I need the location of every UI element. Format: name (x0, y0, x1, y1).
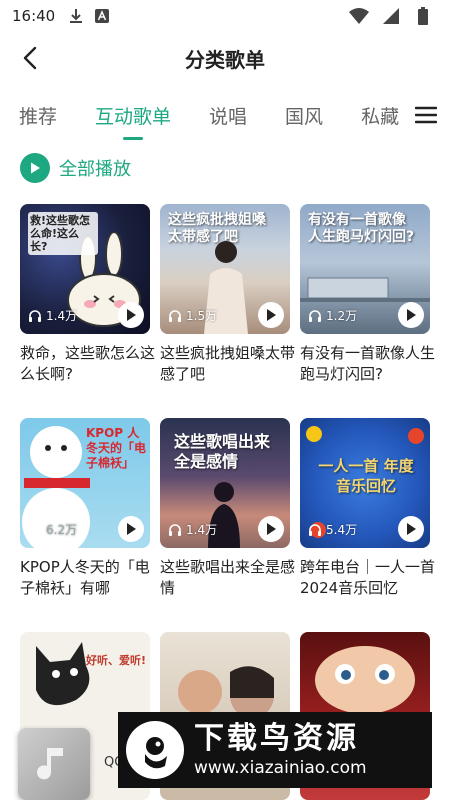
cover-text: 这些疯批拽姐嗓太带感了吧 (168, 212, 266, 245)
play-count-value: 6.2万 (46, 523, 78, 537)
headphones-icon (29, 309, 41, 322)
headphones-icon (309, 309, 321, 322)
playlist-name: 这些歌唱出来全是感情 (160, 558, 296, 597)
playlist-name: 这些疯批拽姐嗓太带感了吧 (160, 344, 296, 383)
play-count-value: 1.4万 (46, 309, 78, 323)
play-count: 1.4万 (168, 521, 217, 538)
playlist-card[interactable]: 一人一首 年度音乐回忆 5.4万 跨年电台｜一人一首2024音乐回忆 (300, 418, 435, 599)
play-all-label: 全部播放 (59, 159, 131, 180)
play-button[interactable] (258, 516, 284, 542)
cover-text: 一人一首 年度音乐回忆 (318, 457, 414, 495)
playlist-cover: 有没有一首歌像人生跑马灯闪回? 1.2万 (300, 204, 430, 334)
play-count-value: 1.5万 (186, 309, 218, 323)
app-bar: 分类歌单 (0, 36, 450, 80)
cover-text: 救!这些歌怎么命!这么长? (28, 212, 98, 255)
play-icon (127, 523, 136, 535)
page-title: 分类歌单 (185, 47, 265, 72)
cover-text: 有没有一首歌像人生跑马灯闪回? (308, 212, 415, 245)
back-button[interactable] (14, 42, 46, 74)
play-icon (127, 309, 136, 321)
cover-text: 好听、爱听! (86, 654, 147, 667)
tab-recommend[interactable]: 推荐 (0, 90, 76, 140)
playlist-cover: 一人一首 年度音乐回忆 5.4万 (300, 418, 430, 548)
playlist-card[interactable]: 有没有一首歌像人生跑马灯闪回? 1.2万 有没有一首歌像人生跑马灯闪回? (300, 204, 435, 385)
bird-logo-icon (126, 721, 184, 779)
play-icon (407, 309, 416, 321)
playlist-cover: 这些疯批拽姐嗓太带感了吧 1.5万 (160, 204, 290, 334)
play-button[interactable] (398, 302, 424, 328)
play-all-button[interactable]: 全部播放 (20, 153, 131, 183)
tab-guofeng[interactable]: 国风 (266, 90, 342, 140)
tab-menu-button[interactable] (402, 90, 450, 140)
playlist-card[interactable]: 救!这些歌怎么命!这么长? 1.4万 救命，这些歌怎么这么长啊? (20, 204, 155, 385)
play-count: 6.2万 (28, 521, 77, 538)
signal-icon (380, 5, 402, 27)
playlist-card[interactable]: 这些歌唱出来全是感情 1.4万 这些歌唱出来全是感情 (160, 418, 295, 599)
play-icon (407, 523, 416, 535)
music-note-icon (37, 748, 63, 780)
status-bar: 16:40 (0, 0, 450, 32)
watermark-banner: 下载鸟资源 www.xiazainiao.com (118, 712, 432, 788)
cover-text: 这些歌唱出来全是感情 (174, 432, 271, 471)
playlist-cover: KPOP 人冬天的「电子棉袄」 6.2万 (20, 418, 150, 548)
headphones-icon (309, 523, 321, 536)
chevron-left-icon (23, 46, 37, 70)
category-tabs: 推荐 互动歌单 说唱 国风 私藏 (0, 90, 450, 140)
download-icon (65, 5, 87, 27)
playlist-cover: 这些歌唱出来全是感情 1.4万 (160, 418, 290, 548)
playlist-cover: 救!这些歌怎么命!这么长? 1.4万 (20, 204, 150, 334)
battery-icon (412, 5, 434, 27)
playlist-name: 救命，这些歌怎么这么长啊? (20, 344, 156, 383)
headphones-icon (169, 309, 181, 322)
mini-player[interactable] (18, 728, 90, 800)
play-button[interactable] (258, 302, 284, 328)
play-count: 1.4万 (28, 307, 77, 324)
watermark-title: 下载鸟资源 (194, 721, 359, 756)
play-count-value: 1.4万 (186, 523, 218, 537)
watermark-url: www.xiazainiao.com (194, 758, 367, 778)
cover-text: KPOP 人冬天的「电子棉袄」 (86, 426, 147, 470)
play-button[interactable] (398, 516, 424, 542)
tab-interactive-playlists[interactable]: 互动歌单 (76, 90, 190, 140)
playlist-name: 跨年电台｜一人一首2024音乐回忆 (300, 558, 436, 597)
headphones-icon (29, 523, 41, 536)
play-count: 1.2万 (308, 307, 357, 324)
cartoon-face-illustration (315, 646, 415, 714)
wifi-icon (348, 5, 370, 27)
tab-rap[interactable]: 说唱 (190, 90, 266, 140)
playlist-card[interactable]: 这些疯批拽姐嗓太带感了吧 1.5万 这些疯批拽姐嗓太带感了吧 (160, 204, 295, 385)
play-count: 1.5万 (168, 307, 217, 324)
playlist-name: 有没有一首歌像人生跑马灯闪回? (300, 344, 436, 383)
playlist-name: KPOP人冬天的「电子棉袄」有哪 (20, 558, 150, 597)
play-circle-icon (20, 153, 50, 183)
play-button[interactable] (118, 302, 144, 328)
a-badge-icon (91, 5, 113, 27)
play-count-value: 1.2万 (326, 309, 358, 323)
play-count-value: 5.4万 (326, 523, 358, 537)
play-icon (267, 523, 276, 535)
play-icon (267, 309, 276, 321)
hamburger-icon (415, 106, 437, 124)
headphones-icon (169, 523, 181, 536)
playlist-card[interactable]: KPOP 人冬天的「电子棉袄」 6.2万 KPOP人冬天的「电子棉袄」有哪 (20, 418, 150, 599)
watermark-text: 下载鸟资源 www.xiazainiao.com (194, 721, 367, 779)
play-button[interactable] (118, 516, 144, 542)
status-time: 16:40 (12, 7, 56, 25)
play-count: 5.4万 (308, 521, 357, 538)
